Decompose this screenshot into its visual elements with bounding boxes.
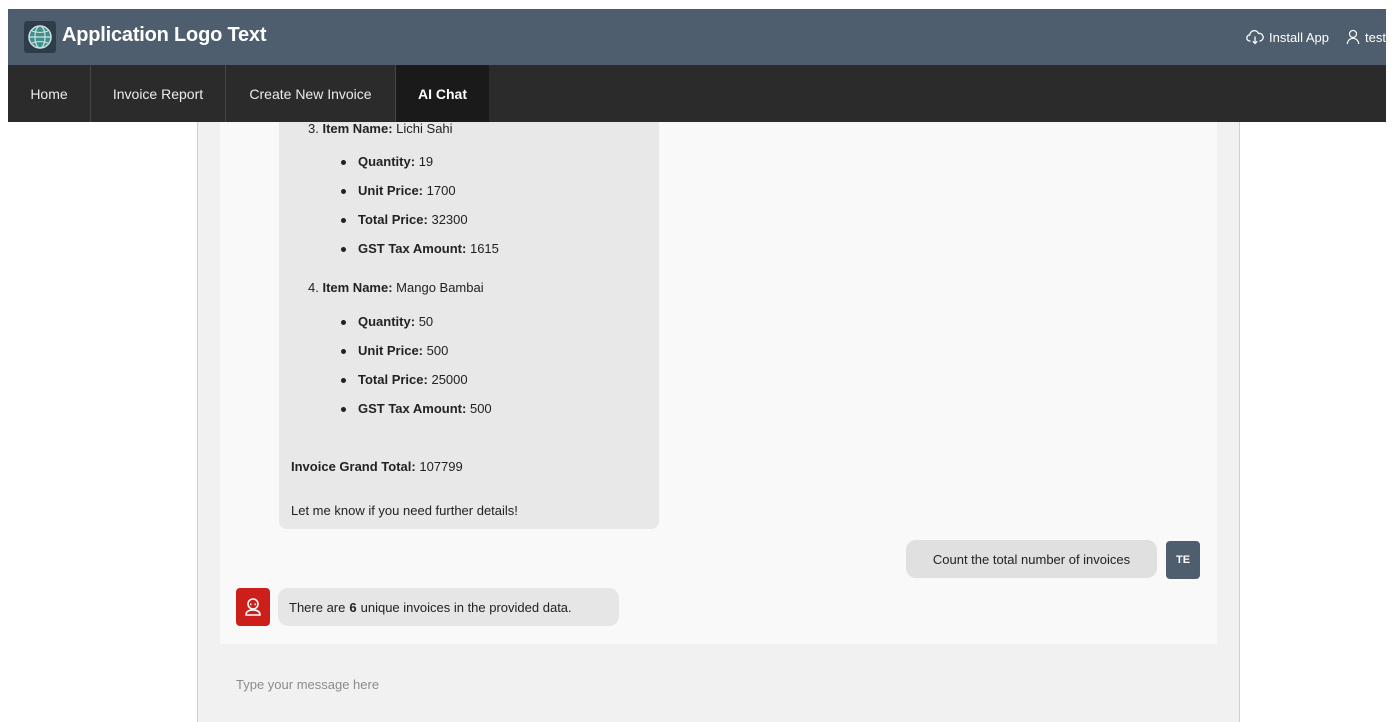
- cloud-download-icon: [1246, 30, 1264, 45]
- user-icon: [1346, 29, 1360, 45]
- user-initials: TE: [1175, 554, 1191, 566]
- user-avatar: TE: [1166, 541, 1200, 579]
- grand-total: Invoice Grand Total: 107799: [291, 459, 463, 474]
- item-heading: 3. Item Name: Lichi Sahi: [308, 121, 453, 136]
- bullet-icon: [341, 349, 346, 354]
- nav-item-invoice-report[interactable]: Invoice Report: [91, 65, 226, 122]
- install-app-label: Install App: [1269, 29, 1329, 45]
- user-menu[interactable]: test: [1346, 27, 1386, 47]
- closing-text: Let me know if you need further details!: [291, 503, 518, 518]
- nav-item-label: Invoice Report: [112, 85, 204, 102]
- user-name: test: [1365, 29, 1386, 45]
- bullet-icon: [341, 407, 346, 412]
- bullet-icon: [341, 247, 346, 252]
- bot-icon: [245, 598, 261, 616]
- item-detail: Total Price: 25000: [358, 372, 468, 387]
- nav-item-ai-chat[interactable]: AI Chat: [396, 65, 489, 122]
- item-detail: Unit Price: 1700: [358, 183, 456, 198]
- chat-messages[interactable]: 3. Item Name: Lichi Sahi Quantity: 19 Un…: [220, 121, 1217, 644]
- item-detail: GST Tax Amount: 1615: [358, 241, 499, 256]
- item-detail: Unit Price: 500: [358, 343, 449, 358]
- bot-message: 3. Item Name: Lichi Sahi Quantity: 19 Un…: [279, 121, 659, 529]
- user-message-text: Count the total number of invoices: [932, 551, 1131, 567]
- item-detail: Total Price: 32300: [358, 212, 468, 227]
- nav-item-create-new-invoice[interactable]: Create New Invoice: [226, 65, 396, 122]
- bot-message: There are 6 unique invoices in the provi…: [278, 588, 619, 626]
- main-nav: Home Invoice Report Create New Invoice A…: [8, 65, 1386, 122]
- install-app-button[interactable]: Install App: [1246, 27, 1329, 47]
- bullet-icon: [341, 189, 346, 194]
- message-input[interactable]: [220, 658, 1217, 710]
- app-header: Application Logo Text Install App test: [8, 9, 1386, 65]
- chat-panel: 3. Item Name: Lichi Sahi Quantity: 19 Un…: [197, 121, 1240, 722]
- nav-item-label: Home: [30, 85, 68, 102]
- item-heading: 4. Item Name: Mango Bambai: [308, 280, 484, 295]
- item-detail: GST Tax Amount: 500: [358, 401, 492, 416]
- globe-logo-icon[interactable]: [24, 21, 56, 53]
- item-detail: Quantity: 19: [358, 154, 434, 169]
- bot-avatar: [236, 588, 270, 626]
- app-title[interactable]: Application Logo Text: [62, 24, 267, 47]
- bullet-icon: [341, 160, 346, 165]
- nav-item-label: AI Chat: [418, 85, 467, 102]
- user-message: Count the total number of invoices: [906, 540, 1157, 578]
- item-detail: Quantity: 50: [358, 314, 434, 329]
- nav-item-home[interactable]: Home: [8, 65, 91, 122]
- bullet-icon: [341, 378, 346, 383]
- bullet-icon: [341, 218, 346, 223]
- bullet-icon: [341, 320, 346, 325]
- nav-item-label: Create New Invoice: [249, 85, 372, 102]
